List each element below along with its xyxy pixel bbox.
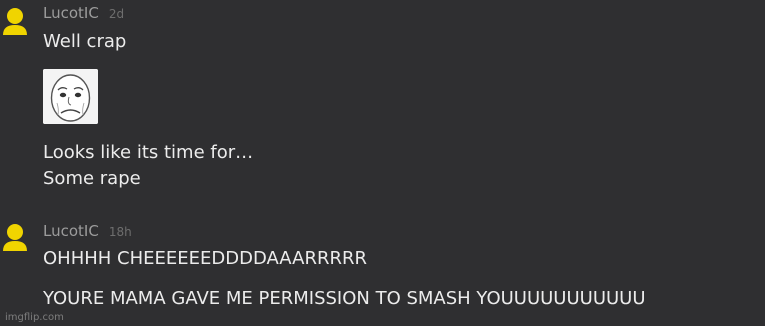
timestamp: 2d: [108, 7, 125, 21]
username-link[interactable]: LucotIC: [43, 4, 99, 22]
comment-text-line: Some rape: [43, 168, 141, 189]
comment-text-line: Looks like its time for…: [43, 142, 254, 163]
username-link[interactable]: LucotIC: [43, 222, 99, 240]
comment-text-line: YOURE MAMA GAVE ME PERMISSION TO SMASH Y…: [43, 288, 646, 309]
comment-text-line: OHHHH CHEEEEEEDDDDAAARRRRR: [43, 248, 367, 269]
comment-meta: LucotIC 18h: [43, 222, 132, 240]
user-avatar-icon[interactable]: [2, 6, 28, 36]
user-avatar-icon[interactable]: [2, 222, 28, 252]
meme-image[interactable]: [43, 69, 98, 124]
timestamp: 18h: [108, 225, 132, 239]
watermark: imgflip.com: [5, 312, 64, 323]
comment-meta: LucotIC 2d: [43, 4, 124, 22]
comment-text-line: Well crap: [43, 31, 127, 52]
